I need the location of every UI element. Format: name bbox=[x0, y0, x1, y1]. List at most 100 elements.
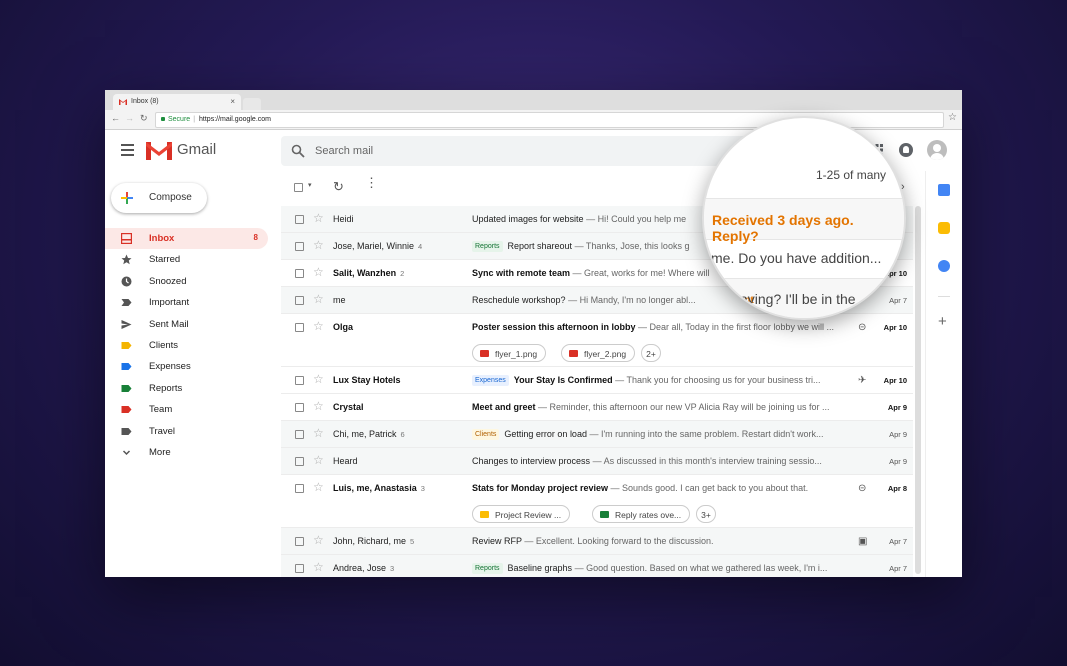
row-checkbox[interactable] bbox=[295, 430, 304, 439]
attachment-chip[interactable]: flyer_1.png bbox=[472, 344, 547, 362]
keep-icon[interactable] bbox=[938, 222, 950, 234]
row-checkbox[interactable] bbox=[295, 564, 304, 573]
table-row[interactable]: ☆ Lux Stay Hotels Expenses Your Stay Is C… bbox=[281, 367, 913, 394]
attachment-chip[interactable]: Project Review ... bbox=[472, 505, 571, 523]
table-row[interactable]: ☆ John, Richard, me 5 Review RFP — Excell… bbox=[281, 528, 913, 555]
sidebar-item-label: Team bbox=[149, 404, 173, 416]
sidebar-item-label: Reports bbox=[149, 382, 183, 394]
row-checkbox[interactable] bbox=[295, 215, 304, 224]
label-icon bbox=[121, 426, 132, 437]
star-icon[interactable]: ☆ bbox=[313, 239, 324, 251]
email-label[interactable]: Reports bbox=[472, 241, 503, 252]
email-snippet: — Hi! Could you help me bbox=[583, 214, 687, 224]
email-label[interactable]: Reports bbox=[472, 563, 503, 574]
reload-icon[interactable]: ↻ bbox=[140, 113, 148, 124]
notifications-icon[interactable] bbox=[899, 143, 913, 157]
gmail-logo-icon[interactable] bbox=[146, 141, 172, 160]
row-checkbox[interactable] bbox=[295, 403, 304, 412]
email-date: Apr 9 bbox=[889, 457, 907, 466]
star-icon[interactable]: ☆ bbox=[313, 481, 324, 493]
sidebar-item-starred[interactable]: Starred bbox=[105, 249, 268, 270]
tab-close-icon[interactable]: × bbox=[230, 94, 235, 110]
browser-tab[interactable]: Inbox (8) × bbox=[113, 94, 241, 110]
email-label[interactable]: Expenses bbox=[472, 375, 509, 386]
calendar-icon[interactable] bbox=[938, 184, 950, 196]
sidebar-item-label: Snoozed bbox=[149, 275, 187, 287]
email-preview: Reports Baseline graphs — Good question. … bbox=[472, 563, 852, 574]
more-options-icon[interactable]: ⋮ bbox=[365, 176, 378, 189]
email-subject: Baseline graphs bbox=[507, 563, 573, 573]
sender: Heard bbox=[333, 456, 358, 466]
sidebar-item-travel[interactable]: Travel bbox=[105, 421, 268, 442]
file-icon bbox=[600, 511, 609, 518]
side-panel: + bbox=[925, 171, 962, 577]
tasks-icon[interactable] bbox=[938, 260, 950, 272]
thread-count: 6 bbox=[400, 430, 405, 439]
forward-icon[interactable]: → bbox=[125, 113, 134, 123]
scrollbar[interactable] bbox=[915, 206, 921, 574]
row-checkbox[interactable] bbox=[295, 296, 304, 305]
row-checkbox[interactable] bbox=[295, 269, 304, 278]
sidebar-item-clients[interactable]: Clients bbox=[105, 335, 268, 356]
star-icon[interactable]: ☆ bbox=[313, 320, 324, 332]
sidebar-item-more[interactable]: More bbox=[105, 442, 268, 463]
email-label[interactable]: Clients bbox=[472, 429, 500, 440]
row-checkbox[interactable] bbox=[295, 484, 304, 493]
email-snippet: — Thank you for choosing us for your bus… bbox=[612, 375, 821, 385]
search-input[interactable]: Search mail bbox=[315, 145, 373, 157]
gmail-favicon-icon bbox=[119, 99, 127, 105]
sender: Salit, Wanzhen 2 bbox=[333, 268, 405, 278]
star-icon[interactable]: ☆ bbox=[313, 400, 324, 412]
star-icon[interactable]: ☆ bbox=[313, 293, 324, 305]
table-row[interactable]: ☆ Chi, me, Patrick 6 Clients Getting error… bbox=[281, 421, 913, 448]
search-icon[interactable] bbox=[291, 144, 305, 158]
sidebar-item-snoozed[interactable]: Snoozed bbox=[105, 271, 268, 292]
table-row[interactable]: ☆ Heard Changes to interview process — A… bbox=[281, 448, 913, 475]
row-checkbox[interactable] bbox=[295, 376, 304, 385]
sidebar-item-label: Inbox bbox=[149, 233, 175, 244]
email-date: Apr 7 bbox=[889, 564, 907, 573]
bookmark-star-icon[interactable]: ☆ bbox=[948, 112, 957, 123]
select-all-checkbox[interactable] bbox=[294, 183, 303, 192]
row-checkbox[interactable] bbox=[295, 457, 304, 466]
sidebar-item-inbox[interactable]: Inbox 8 bbox=[105, 228, 268, 249]
search-bar[interactable]: Search mail bbox=[281, 136, 761, 166]
attachment-chip[interactable]: Reply rates ove... bbox=[592, 505, 691, 523]
row-checkbox[interactable] bbox=[295, 242, 304, 251]
star-icon[interactable]: ☆ bbox=[313, 212, 324, 224]
star-icon[interactable]: ☆ bbox=[313, 534, 324, 546]
star-icon[interactable]: ☆ bbox=[313, 266, 324, 278]
add-addon-icon[interactable]: + bbox=[938, 313, 947, 330]
table-row[interactable]: ☆ Crystal Meet and greet — Reminder, thi… bbox=[281, 394, 913, 421]
attachment-chip[interactable]: flyer_2.png bbox=[561, 344, 636, 362]
compose-button[interactable]: Compose bbox=[111, 183, 207, 213]
star-icon[interactable]: ☆ bbox=[313, 454, 324, 466]
star-icon[interactable]: ☆ bbox=[313, 373, 324, 385]
sidebar-item-label: Travel bbox=[149, 425, 176, 437]
sidebar-item-expenses[interactable]: Expenses bbox=[105, 356, 268, 377]
sidebar-item-team[interactable]: Team bbox=[105, 399, 268, 420]
table-row[interactable]: ☆ Olga Poster session this afternoon in … bbox=[281, 314, 913, 367]
select-dropdown-icon[interactable]: ▾ bbox=[308, 181, 312, 189]
refresh-icon[interactable]: ↻ bbox=[333, 179, 344, 195]
star-icon[interactable]: ☆ bbox=[313, 561, 324, 573]
row-checkbox[interactable] bbox=[295, 537, 304, 546]
table-row[interactable]: ☆ Andrea, Jose 3 Reports Baseline graphs —… bbox=[281, 555, 913, 577]
row-checkbox[interactable] bbox=[295, 323, 304, 332]
new-tab-button[interactable] bbox=[243, 98, 261, 110]
back-icon[interactable]: ← bbox=[111, 113, 120, 123]
star-icon[interactable]: ☆ bbox=[313, 427, 324, 439]
more-attachments-chip[interactable]: 2+ bbox=[641, 344, 661, 362]
app-name[interactable]: Gmail bbox=[177, 141, 216, 158]
avatar[interactable] bbox=[927, 140, 947, 160]
main-menu-icon[interactable] bbox=[121, 144, 134, 159]
email-subject: Review RFP bbox=[472, 536, 522, 546]
table-row[interactable]: ☆ Luis, me, Anastasia 3 Stats for Monday … bbox=[281, 475, 913, 528]
email-subject: Reschedule workshop? bbox=[472, 295, 566, 305]
sidebar-item-sent-mail[interactable]: Sent Mail bbox=[105, 314, 268, 335]
nudge-row[interactable]: Received 3 days ago. Reply? bbox=[704, 198, 904, 244]
email-preview: Review RFP — Excellent. Looking forward … bbox=[472, 536, 852, 546]
more-attachments-chip[interactable]: 3+ bbox=[696, 505, 716, 523]
sidebar-item-reports[interactable]: Reports bbox=[105, 378, 268, 399]
sidebar-item-important[interactable]: Important bbox=[105, 292, 268, 313]
